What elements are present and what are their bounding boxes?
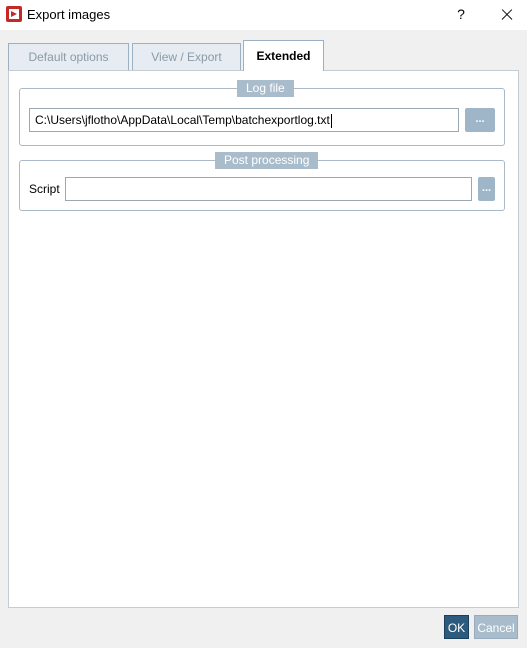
window-title: Export images bbox=[27, 7, 111, 22]
extended-panel bbox=[8, 70, 519, 608]
title-bar: Export images ? bbox=[0, 0, 527, 30]
app-icon bbox=[6, 6, 22, 22]
help-button[interactable]: ? bbox=[448, 2, 474, 28]
log-file-browse-button[interactable]: ... bbox=[465, 108, 495, 132]
close-icon[interactable] bbox=[490, 2, 522, 28]
log-file-path-input[interactable]: C:\Users\jflotho\AppData\Local\Temp\batc… bbox=[29, 108, 459, 132]
script-input[interactable] bbox=[65, 177, 472, 201]
tab-default-options[interactable]: Default options bbox=[8, 43, 129, 70]
tab-extended[interactable]: Extended bbox=[243, 40, 324, 71]
cancel-button[interactable]: Cancel bbox=[474, 615, 518, 639]
post-processing-group: Post processing Script ... bbox=[19, 152, 505, 211]
ok-button[interactable]: OK bbox=[444, 615, 469, 639]
log-file-group: Log file C:\Users\jflotho\AppData\Local\… bbox=[19, 80, 505, 146]
post-processing-group-title: Post processing bbox=[215, 152, 319, 169]
script-browse-button[interactable]: ... bbox=[478, 177, 495, 201]
log-file-path-value: C:\Users\jflotho\AppData\Local\Temp\batc… bbox=[35, 113, 330, 127]
log-file-group-title: Log file bbox=[237, 80, 294, 97]
script-label: Script bbox=[29, 182, 60, 196]
tab-view-export[interactable]: View / Export bbox=[132, 43, 241, 70]
text-caret bbox=[330, 113, 332, 128]
